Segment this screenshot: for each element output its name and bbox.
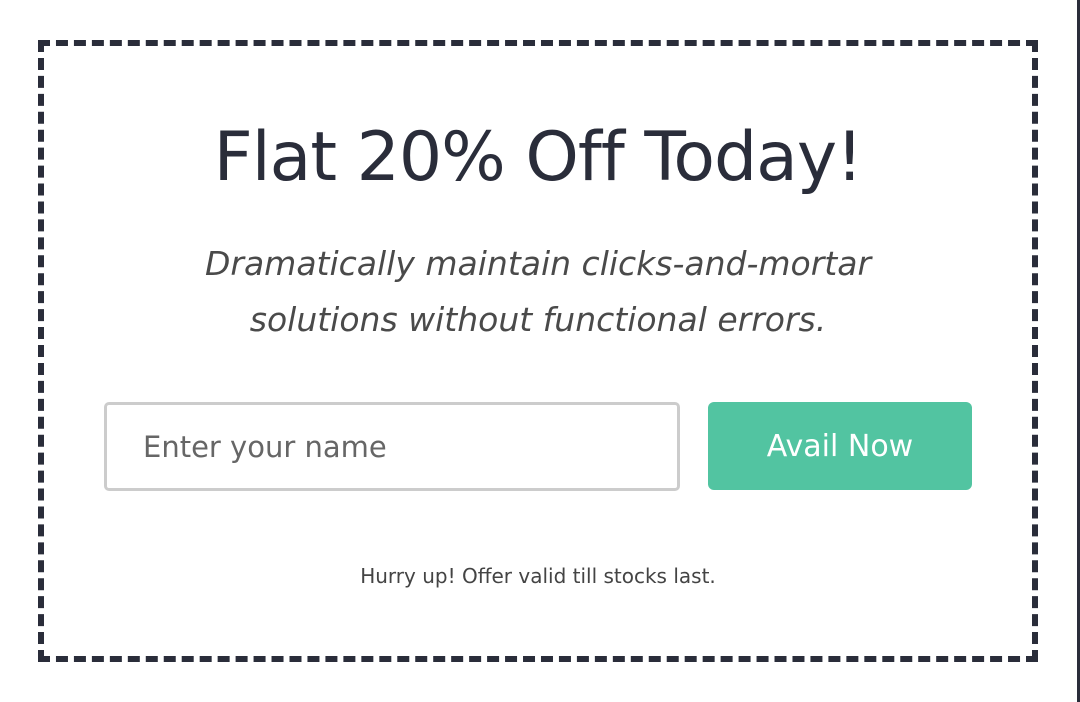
offer-subtitle: Dramatically maintain clicks-and-mortar … bbox=[204, 244, 872, 339]
offer-note: Hurry up! Offer valid till stocks last. bbox=[360, 564, 716, 588]
avail-now-button[interactable]: Avail Now bbox=[708, 402, 972, 490]
offer-card: Flat 20% Off Today! Dramatically maintai… bbox=[38, 40, 1038, 662]
name-input[interactable] bbox=[104, 402, 680, 491]
offer-title: Flat 20% Off Today! bbox=[213, 118, 864, 197]
